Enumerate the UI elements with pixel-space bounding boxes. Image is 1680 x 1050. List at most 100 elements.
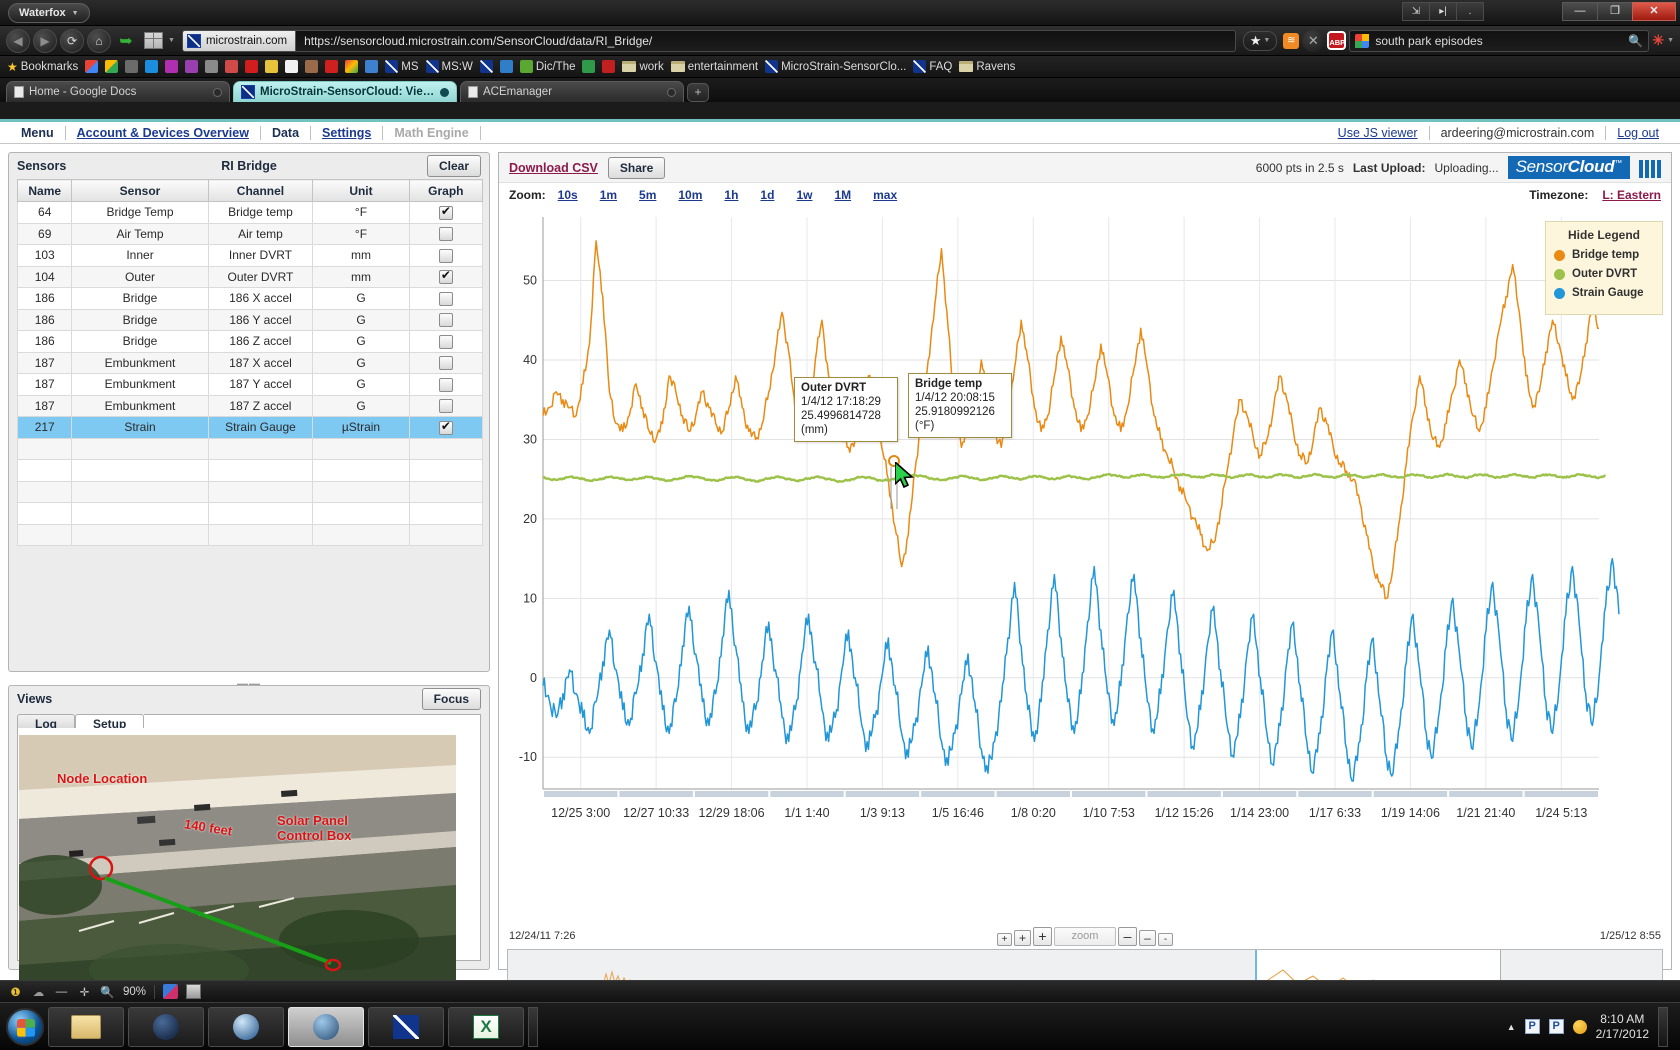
legend-item[interactable]: Strain Gauge [1554, 287, 1654, 299]
table-row[interactable]: 186 Bridge 186 Z accel G [16, 330, 484, 353]
taskbar-item-browser-dark[interactable] [128, 1006, 204, 1047]
column-header-graph[interactable]: Graph [408, 179, 484, 202]
chevron-down-icon[interactable]: ▼ [1263, 37, 1270, 44]
bookmark-item[interactable]: Ravens [959, 61, 1015, 73]
zoom-option-10m[interactable]: 10m [678, 188, 702, 202]
zoom-out-icon[interactable]: — [54, 984, 69, 999]
cloud-sync-icon[interactable]: ☁ [31, 984, 46, 999]
home-icon[interactable]: ⌂ [87, 28, 111, 53]
table-row[interactable]: 217 Strain Strain Gauge µStrain [16, 416, 484, 439]
column-header-sensor[interactable]: Sensor [71, 179, 209, 202]
taskbar-item-thunderbird[interactable] [208, 1006, 284, 1047]
graph-checkbox[interactable] [438, 356, 453, 371]
show-hidden-icons-icon[interactable]: ▲ [1507, 1022, 1516, 1032]
zoom-reset-icon[interactable]: 🔍 [100, 984, 115, 999]
bookmark-item[interactable] [265, 60, 279, 73]
chart-svg[interactable]: -10 0 10 20 30 40 50 12/25 3:00 12/27 10:33 12/29… [499, 209, 1665, 869]
menu-item-data[interactable]: Data [261, 125, 312, 140]
table-row[interactable]: 186 Bridge 186 X accel G [16, 287, 484, 310]
zoom-option-max[interactable]: max [873, 188, 897, 202]
focus-button[interactable]: Focus [421, 688, 481, 710]
bookmark-item[interactable]: work [622, 61, 664, 73]
chevron-down-icon[interactable]: ▼ [168, 37, 175, 44]
p-icon[interactable]: P [1548, 1019, 1564, 1034]
bookmark-item[interactable]: FAQ [913, 60, 952, 73]
window-extra-controls[interactable]: ⇲ ▸| . [1402, 2, 1484, 21]
site-identity-badge[interactable]: microstrain.com [182, 30, 297, 51]
use-js-viewer-link[interactable]: Use JS viewer [1327, 125, 1430, 140]
bookmark-item[interactable] [602, 60, 616, 73]
extension-star-icon[interactable]: ✳ [1652, 32, 1664, 49]
zoom-option-1M[interactable]: 1M [834, 188, 851, 202]
waterfox-app-button[interactable]: Waterfox ▼ [8, 3, 90, 23]
bookmark-item[interactable]: Dic/The [519, 60, 575, 73]
zoom-in-small-button[interactable]: + [997, 932, 1012, 946]
window-controls[interactable]: — ❐ ✕ [1562, 2, 1676, 21]
table-row[interactable]: 187 Embunkment 187 X accel G [16, 351, 484, 374]
taskbar-clock[interactable]: 8:10 AM 2/17/2012 [1596, 1012, 1649, 1042]
bookmark-item[interactable] [479, 60, 493, 73]
close-button[interactable]: ✕ [1632, 2, 1676, 21]
zoom-option-1d[interactable]: 1d [760, 188, 774, 202]
taskbar-item-excel[interactable]: X [448, 1006, 524, 1047]
taskbar-item-waterfox[interactable] [288, 1006, 364, 1047]
back-icon[interactable]: ◀ [6, 28, 30, 53]
bookmark-item[interactable] [325, 60, 339, 73]
bookmark-item[interactable] [345, 60, 359, 73]
legend-item[interactable]: Bridge temp [1554, 249, 1654, 261]
bookmark-item[interactable] [245, 60, 259, 73]
zoom-out-large-button[interactable]: – [1118, 926, 1137, 946]
bookmark-item[interactable] [582, 60, 596, 73]
table-row[interactable]: 104 Outer Outer DVRT mm [16, 265, 484, 288]
bookmark-item[interactable]: entertainment [670, 61, 758, 73]
chevron-down-icon[interactable]: ▼ [1667, 37, 1674, 44]
notification-badge-icon[interactable]: ❶ [8, 984, 23, 999]
close-icon[interactable] [440, 87, 449, 97]
dock-icon[interactable]: ▸| [1429, 2, 1457, 21]
rss-feed-icon[interactable]: ≋ [1283, 32, 1300, 49]
colorpicker-icon[interactable] [163, 984, 179, 999]
close-icon[interactable] [667, 87, 676, 97]
chart-legend[interactable]: Hide Legend Bridge temp Outer DVRT Strain … [1545, 221, 1663, 315]
table-row[interactable]: 64 Bridge Temp Bridge temp °F [16, 201, 484, 224]
graph-checkbox[interactable] [438, 291, 453, 306]
column-header-name[interactable]: Name [16, 179, 73, 202]
table-row[interactable]: 187 Embunkment 187 Y accel G [16, 373, 484, 396]
graph-checkbox[interactable] [438, 248, 453, 263]
share-green-arrow-icon[interactable]: ➥ [114, 30, 138, 52]
account-devices-overview-link[interactable]: Account & Devices Overview [77, 126, 249, 140]
bookmark-item[interactable] [165, 60, 179, 73]
bookmark-item[interactable] [285, 60, 299, 73]
amber-dot-icon[interactable] [1572, 1019, 1587, 1034]
menu-item-menu[interactable]: Menu [10, 125, 66, 140]
bookmark-item[interactable] [499, 60, 513, 73]
start-button[interactable] [6, 1007, 44, 1046]
minimize-alt-icon[interactable]: . [1456, 2, 1484, 21]
graph-checkbox[interactable] [438, 334, 453, 349]
bookmark-star-group[interactable]: ★ ▼ [1242, 30, 1278, 51]
download-csv-link[interactable]: Download CSV [509, 161, 598, 175]
stop-x-icon[interactable]: ✕ [1302, 29, 1325, 52]
show-desktop-button[interactable] [1658, 1006, 1668, 1047]
graph-checkbox[interactable] [438, 204, 453, 220]
browser-tab[interactable]: Home - Google Docs [6, 81, 230, 102]
table-tool-icon[interactable] [186, 984, 202, 999]
table-row[interactable]: 186 Bridge 186 Y accel G [16, 308, 484, 331]
graph-checkbox[interactable] [438, 419, 453, 435]
grid-layout-icon[interactable] [141, 30, 165, 52]
column-header-channel[interactable]: Channel [207, 179, 314, 202]
graph-checkbox[interactable] [438, 227, 453, 242]
taskbar-item-file-explorer[interactable] [48, 1006, 124, 1047]
bookmark-item[interactable] [185, 60, 199, 73]
zoom-option-10s[interactable]: 10s [558, 188, 578, 202]
magnifier-icon[interactable]: 🔍 [1628, 34, 1643, 48]
bookmark-item[interactable] [305, 60, 319, 73]
zoom-option-1m[interactable]: 1m [600, 188, 617, 202]
bookmarks-menu-button[interactable]: ★ Bookmarks [7, 60, 78, 74]
settings-link[interactable]: Settings [322, 126, 371, 140]
bookmark-item[interactable] [365, 60, 379, 73]
zoom-step-controls[interactable]: + + + zoom – – - [997, 926, 1173, 946]
close-icon[interactable] [213, 87, 222, 97]
zoom-in-medium-button[interactable]: + [1014, 929, 1031, 946]
bookmark-item[interactable] [145, 60, 159, 73]
